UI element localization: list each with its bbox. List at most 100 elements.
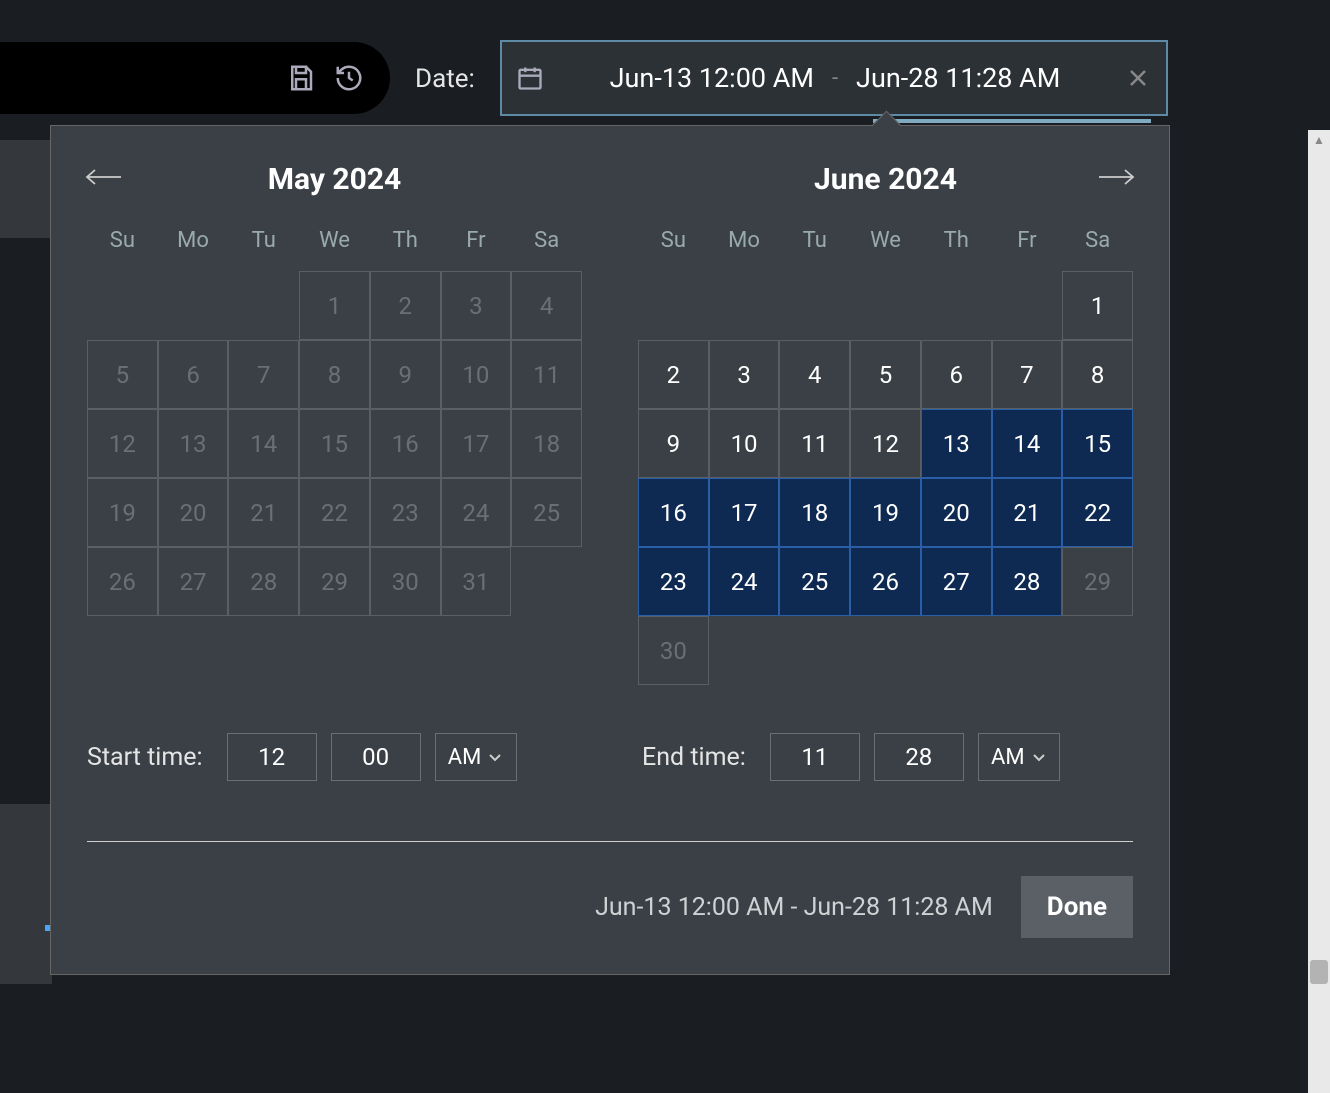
scroll-thumb[interactable] [1310, 960, 1328, 984]
day-cell[interactable]: 8 [1062, 340, 1133, 409]
chevron-down-icon [1031, 749, 1047, 765]
day-cell[interactable]: 18 [779, 478, 850, 547]
day-empty [158, 271, 229, 340]
divider [87, 841, 1133, 842]
day-cell: 5 [87, 340, 158, 409]
next-month-button[interactable] [1095, 162, 1139, 192]
month-left: May 2024 SuMoTuWeThFrSa 1234567891011121… [87, 158, 582, 685]
day-cell: 15 [299, 409, 370, 478]
start-minute-input[interactable] [331, 733, 421, 781]
weekday-header: Mo [709, 220, 780, 261]
weekday-header: We [299, 220, 370, 261]
day-cell[interactable]: 12 [850, 409, 921, 478]
topbar: Date: Jun-13 12:00 AM - Jun-28 11:28 AM [0, 18, 1310, 118]
day-cell: 31 [441, 547, 512, 616]
day-cell: 18 [511, 409, 582, 478]
weekday-header: Sa [511, 220, 582, 261]
day-cell[interactable]: 6 [921, 340, 992, 409]
day-cell[interactable]: 1 [1062, 271, 1133, 340]
day-cell: 12 [87, 409, 158, 478]
day-cell[interactable]: 11 [779, 409, 850, 478]
day-cell: 20 [158, 478, 229, 547]
day-cell[interactable]: 2 [638, 340, 709, 409]
weekday-header: Su [87, 220, 158, 261]
month-left-title: May 2024 [268, 162, 402, 197]
weekday-header: Tu [779, 220, 850, 261]
day-cell[interactable]: 17 [709, 478, 780, 547]
day-cell: 8 [299, 340, 370, 409]
day-cell[interactable]: 4 [779, 340, 850, 409]
day-empty [87, 271, 158, 340]
day-cell[interactable]: 13 [921, 409, 992, 478]
save-icon[interactable] [284, 61, 318, 95]
day-cell[interactable]: 9 [638, 409, 709, 478]
day-cell[interactable]: 21 [992, 478, 1063, 547]
start-time-label: Start time: [87, 743, 203, 772]
day-cell[interactable]: 5 [850, 340, 921, 409]
end-ampm-select[interactable]: AM [978, 733, 1060, 781]
history-icon[interactable] [332, 61, 366, 95]
day-cell: 29 [1062, 547, 1133, 616]
range-start-value[interactable]: Jun-13 12:00 AM [606, 56, 818, 100]
clear-date-button[interactable] [1124, 64, 1152, 92]
day-cell: 4 [511, 271, 582, 340]
vertical-scrollbar[interactable]: ▲ [1308, 130, 1330, 1093]
day-cell[interactable]: 19 [850, 478, 921, 547]
calendar-icon [516, 63, 546, 93]
day-cell: 29 [299, 547, 370, 616]
day-cell[interactable]: 20 [921, 478, 992, 547]
day-cell: 16 [370, 409, 441, 478]
end-minute-input[interactable] [874, 733, 964, 781]
day-empty [709, 271, 780, 340]
date-range-field[interactable]: Jun-13 12:00 AM - Jun-28 11:28 AM [500, 40, 1168, 116]
weekday-header: Fr [992, 220, 1063, 261]
end-time-group: End time: AM [642, 733, 1133, 781]
prev-month-button[interactable] [81, 162, 125, 192]
day-cell: 30 [370, 547, 441, 616]
day-cell: 9 [370, 340, 441, 409]
start-hour-input[interactable] [227, 733, 317, 781]
day-cell[interactable]: 25 [779, 547, 850, 616]
start-ampm-select[interactable]: AM [435, 733, 517, 781]
day-cell[interactable]: 16 [638, 478, 709, 547]
day-cell[interactable]: 15 [1062, 409, 1133, 478]
weekday-header: Fr [441, 220, 512, 261]
day-empty [228, 271, 299, 340]
day-cell[interactable]: 10 [709, 409, 780, 478]
toolbar-pill [0, 42, 390, 114]
day-cell: 30 [638, 616, 709, 685]
day-cell: 25 [511, 478, 582, 547]
end-hour-input[interactable] [770, 733, 860, 781]
day-cell[interactable]: 3 [709, 340, 780, 409]
weekday-header: Sa [1062, 220, 1133, 261]
day-cell[interactable]: 7 [992, 340, 1063, 409]
day-cell[interactable]: 24 [709, 547, 780, 616]
day-cell: 10 [441, 340, 512, 409]
day-cell[interactable]: 26 [850, 547, 921, 616]
day-cell[interactable]: 28 [992, 547, 1063, 616]
day-cell: 6 [158, 340, 229, 409]
day-cell[interactable]: 22 [1062, 478, 1133, 547]
day-cell[interactable]: 27 [921, 547, 992, 616]
day-cell[interactable]: 14 [992, 409, 1063, 478]
day-empty [992, 271, 1063, 340]
scroll-up-arrow[interactable]: ▲ [1308, 130, 1330, 150]
weekday-header: Su [638, 220, 709, 261]
weekday-header: Th [921, 220, 992, 261]
day-cell: 7 [228, 340, 299, 409]
day-cell: 26 [87, 547, 158, 616]
month-right: June 2024 SuMoTuWeThFrSa 123456789101112… [638, 158, 1133, 685]
bg-panel-strip [0, 140, 52, 238]
day-cell[interactable]: 23 [638, 547, 709, 616]
day-cell: 22 [299, 478, 370, 547]
day-cell: 13 [158, 409, 229, 478]
day-cell: 28 [228, 547, 299, 616]
day-cell: 19 [87, 478, 158, 547]
day-empty [638, 271, 709, 340]
chevron-down-icon [487, 749, 503, 765]
range-end-value[interactable]: Jun-28 11:28 AM [852, 56, 1064, 100]
date-picker-popover: May 2024 SuMoTuWeThFrSa 1234567891011121… [50, 125, 1170, 975]
done-button[interactable]: Done [1021, 876, 1133, 938]
day-cell: 17 [441, 409, 512, 478]
day-cell: 2 [370, 271, 441, 340]
